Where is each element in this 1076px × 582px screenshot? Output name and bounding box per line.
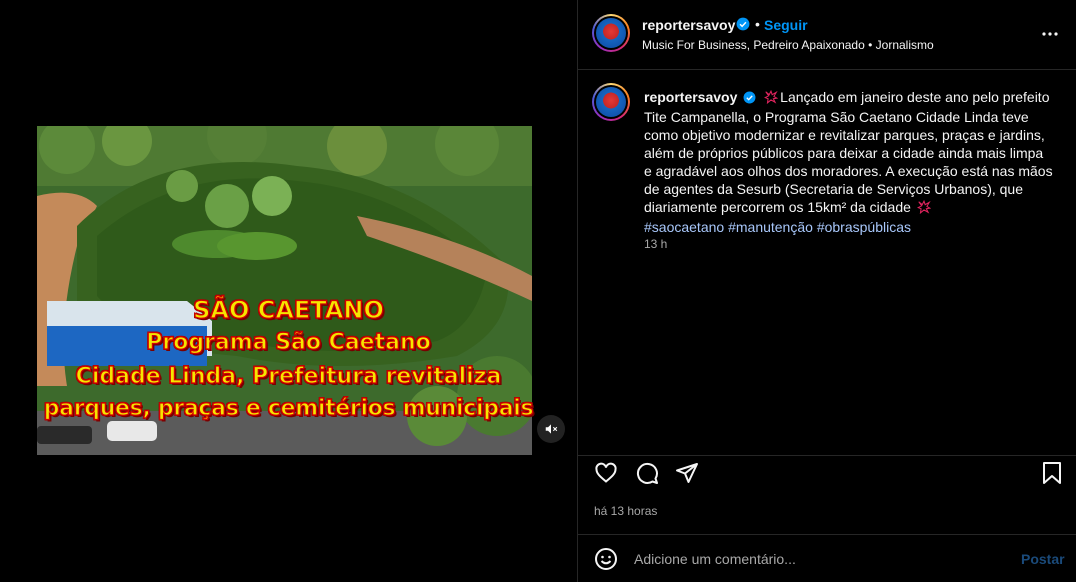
follow-button[interactable]: Seguir xyxy=(764,17,808,33)
post-timestamp[interactable]: há 13 horas xyxy=(594,504,657,518)
profile-picture xyxy=(596,18,626,48)
comment-bubble-icon xyxy=(636,462,658,484)
like-button[interactable] xyxy=(593,460,619,486)
save-button[interactable] xyxy=(1039,460,1065,486)
post-comment-button[interactable]: Postar xyxy=(1021,551,1065,567)
overlay-line-4: parques, praças e cemitérios municipais xyxy=(43,395,534,421)
post-side-panel: reportersavoy • Seguir Music For Busines… xyxy=(577,0,1076,582)
share-button[interactable] xyxy=(674,460,700,486)
profile-picture xyxy=(596,87,626,117)
avatar[interactable] xyxy=(592,83,630,121)
paper-plane-icon xyxy=(676,463,698,483)
emoji-button[interactable] xyxy=(594,547,618,571)
red-sparkle-icon xyxy=(916,199,932,218)
verified-badge-icon xyxy=(743,90,756,108)
action-bar xyxy=(578,455,1076,491)
post-header: reportersavoy • Seguir Music For Busines… xyxy=(578,0,1076,70)
overlay-line-2: Programa São Caetano xyxy=(146,329,432,355)
overlay-title: SÃO CAETANO xyxy=(193,295,385,324)
caption-main-text: Lançado em janeiro deste ano pelo prefei… xyxy=(644,89,1053,215)
audio-subtitle[interactable]: Music For Business, Pedreiro Apaixonado … xyxy=(642,38,934,52)
comment-button[interactable] xyxy=(634,460,660,486)
author-username[interactable]: reportersavoy xyxy=(642,17,735,33)
separator-dot: • xyxy=(755,16,760,32)
mute-button[interactable] xyxy=(537,415,565,443)
more-options-button[interactable] xyxy=(1040,26,1060,42)
bookmark-icon xyxy=(1043,462,1061,484)
hashtag-link[interactable]: #saocaetano xyxy=(644,219,724,235)
overlay-line-3: Cidade Linda, Prefeitura revitaliza xyxy=(75,363,502,389)
hashtag-list: #saocaetano #manutenção #obraspúblicas xyxy=(644,219,911,235)
verified-badge-icon xyxy=(736,17,750,36)
heart-icon xyxy=(595,462,617,483)
comment-input[interactable] xyxy=(634,549,1004,569)
speaker-muted-icon xyxy=(545,424,558,434)
hashtag-link[interactable]: #manutenção xyxy=(728,219,813,235)
media-pane: SÃO CAETANO Programa São Caetano Cidade … xyxy=(0,0,577,582)
comment-bar: Postar xyxy=(578,534,1076,582)
caption-username[interactable]: reportersavoy xyxy=(644,89,737,105)
more-horizontal-icon xyxy=(1042,32,1058,36)
red-sparkle-icon xyxy=(764,89,779,108)
caption-timestamp[interactable]: 13 h xyxy=(644,237,667,251)
caption-text: reportersavoy Lançado em janeiro deste a… xyxy=(644,88,1054,236)
avatar[interactable] xyxy=(592,14,630,52)
smiley-icon xyxy=(595,548,617,570)
hashtag-link[interactable]: #obraspúblicas xyxy=(817,219,911,235)
